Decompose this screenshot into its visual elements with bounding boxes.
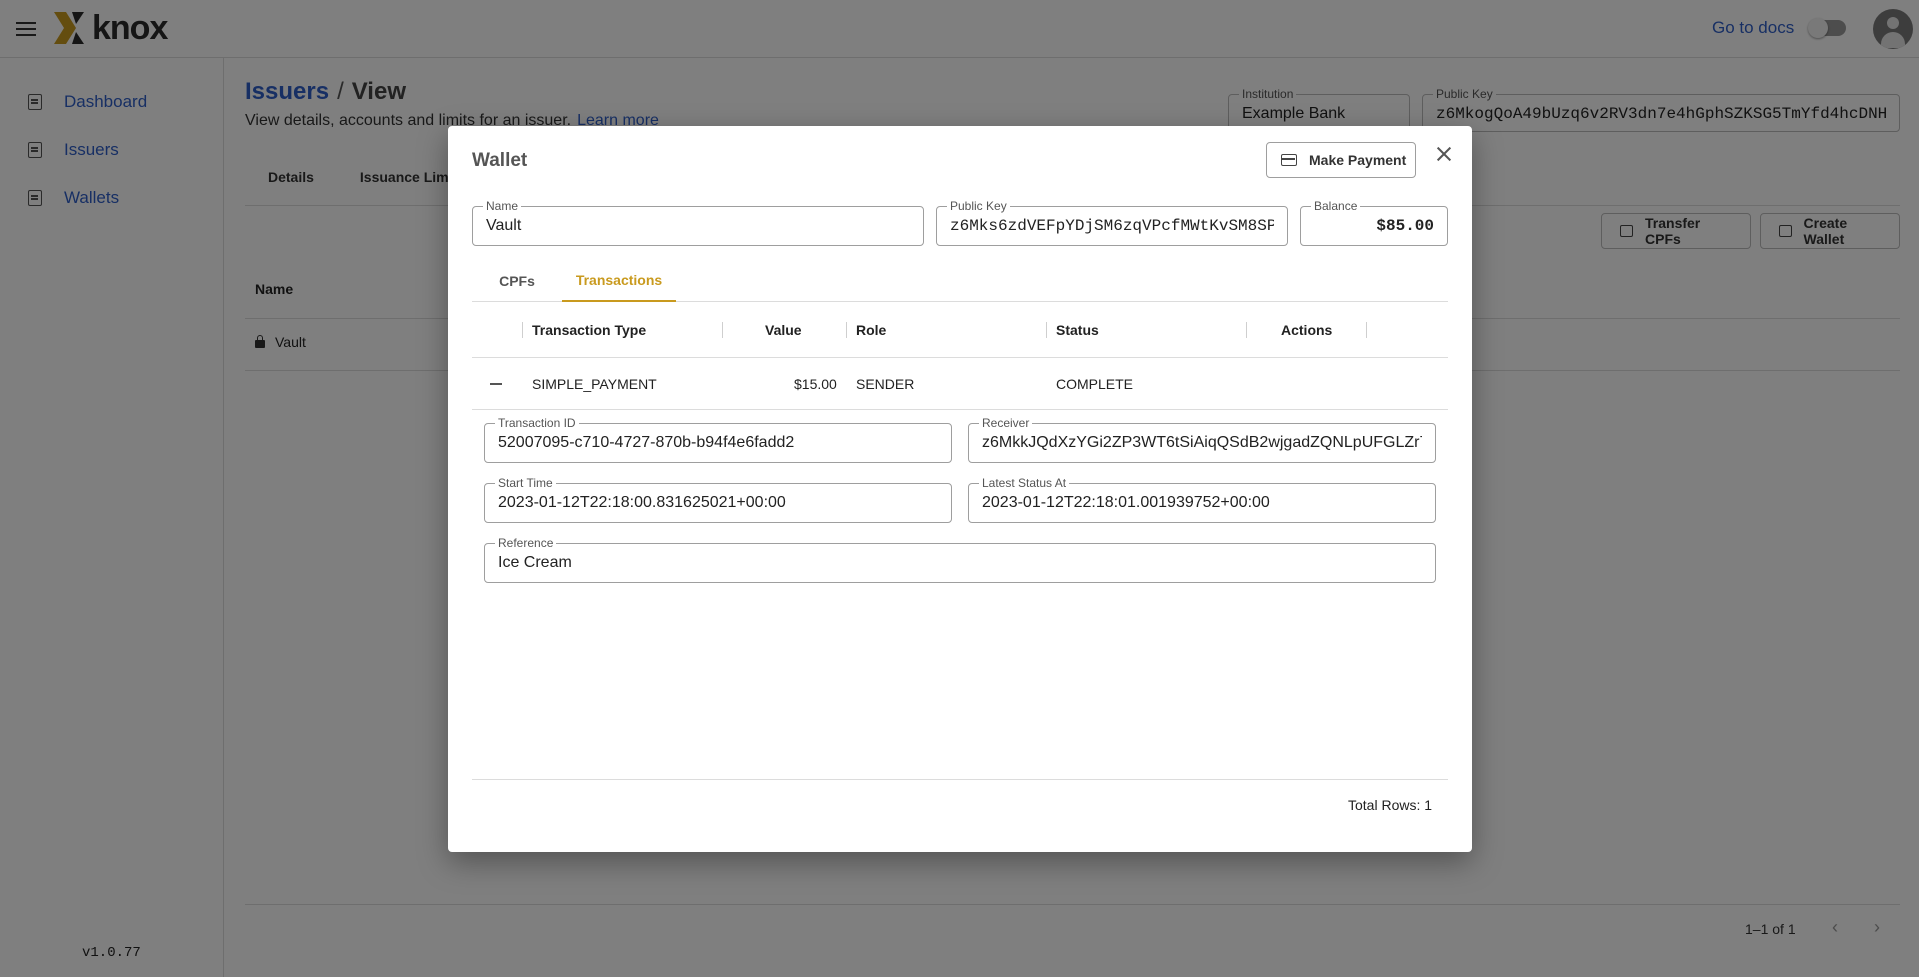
column-header-role[interactable]: Role [856,322,886,338]
make-payment-button[interactable]: Make Payment [1266,142,1416,178]
receiver-field[interactable]: Receiver [968,416,1436,463]
column-separator[interactable] [1246,322,1247,338]
table-row[interactable]: SIMPLE_PAYMENT $15.00 SENDER COMPLETE [472,358,1448,410]
latest-status-input[interactable] [969,484,1435,522]
wallet-name-input[interactable] [473,207,923,245]
wallet-public-key-input[interactable] [937,207,1287,245]
transaction-status-cell: COMPLETE [1056,376,1134,392]
column-separator[interactable] [1046,322,1047,338]
wallet-dialog: Wallet Make Payment Name Public Key Bala… [448,126,1472,852]
transaction-role-cell: SENDER [856,376,915,392]
start-time-input[interactable] [485,484,951,522]
reference-field[interactable]: Reference [484,536,1436,583]
total-rows: Total Rows: 1 [1348,797,1433,813]
receiver-input[interactable] [969,424,1435,462]
column-separator[interactable] [846,322,847,338]
wallet-balance-field[interactable]: Balance [1300,199,1448,246]
wallet-name-field[interactable]: Name [472,199,924,246]
transaction-value-cell: $15.00 [794,376,837,392]
column-header-value[interactable]: Value [765,322,802,338]
column-header-actions: Actions [1281,322,1333,338]
column-separator[interactable] [722,322,723,338]
reference-input[interactable] [485,544,1435,582]
transactions-table-header: Transaction Type Value Role Status Actio… [472,302,1448,358]
wallet-public-key-field[interactable]: Public Key [936,199,1288,246]
start-time-field[interactable]: Start Time [484,476,952,523]
column-separator[interactable] [1366,322,1367,338]
latest-status-field[interactable]: Latest Status At [968,476,1436,523]
column-header-status[interactable]: Status [1056,322,1099,338]
wallet-balance-input[interactable] [1301,207,1447,245]
dialog-title: Wallet [472,150,528,171]
transaction-id-input[interactable] [485,424,951,462]
column-separator[interactable] [522,322,523,338]
transaction-id-field[interactable]: Transaction ID [484,416,952,463]
credit-card-icon [1281,154,1297,166]
transaction-type-cell: SIMPLE_PAYMENT [532,376,657,392]
column-header-transaction-type[interactable]: Transaction Type [532,322,646,338]
make-payment-label: Make Payment [1309,152,1407,168]
table-footer-divider [472,779,1448,780]
close-icon[interactable] [1432,142,1456,166]
tab-transactions[interactable]: Transactions [562,260,676,302]
collapse-icon[interactable] [490,383,502,385]
tab-cpfs[interactable]: CPFs [472,260,562,302]
wallet-tabs: CPFs Transactions [472,260,1448,302]
